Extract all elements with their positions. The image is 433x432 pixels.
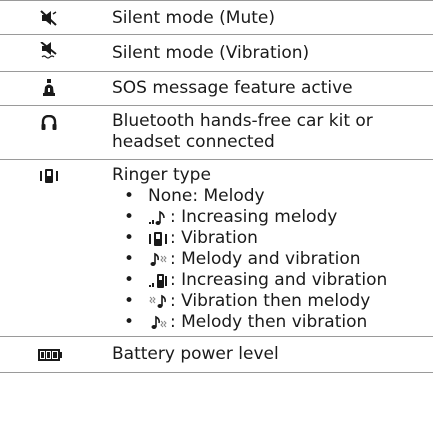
- row-text: Bluetooth hands-free car kit or headset …: [112, 111, 373, 152]
- bullet: •: [124, 249, 135, 269]
- list-item-text: : Increasing and vibration: [170, 270, 388, 290]
- table-row: Silent mode (Mute): [0, 0, 433, 35]
- silent-mute-icon: [40, 10, 58, 26]
- row-text: Battery power level: [112, 344, 279, 364]
- table-row: SOS message feature active: [0, 72, 433, 106]
- list-item-text: : Melody then vibration: [170, 312, 368, 332]
- list-item: • : Increasing melody: [124, 207, 429, 228]
- list-item-text: : Vibration then melody: [170, 291, 371, 311]
- table-row: Silent mode (Vibration): [0, 35, 433, 72]
- bullet: •: [124, 186, 135, 206]
- row-text: Silent mode (Vibration): [112, 43, 310, 63]
- list-item: • : Melody and vibration: [124, 249, 429, 270]
- list-item: • : Vibration: [124, 228, 429, 249]
- sos-icon: [40, 79, 58, 96]
- list-item-text: : Increasing melody: [170, 207, 338, 227]
- bullet: •: [124, 207, 135, 227]
- table-row: Bluetooth hands-free car kit or headset …: [0, 106, 433, 160]
- headset-icon: [40, 115, 58, 131]
- row-text: SOS message feature active: [112, 78, 353, 98]
- bullet: •: [124, 270, 135, 290]
- vibration-then-melody-icon: [148, 293, 168, 311]
- ringer-type-block: Ringer type • None: Melody •: Increasin…: [112, 165, 429, 333]
- increasing-vibration-icon: [148, 272, 168, 290]
- list-item: • : Increasing and vibration: [124, 270, 429, 291]
- status-icon-table: Silent mode (Mute) Silent mode (Vibratio…: [0, 0, 433, 373]
- melody-vibration-icon: [148, 251, 168, 269]
- list-item-text: None: Melody: [148, 186, 265, 206]
- bullet: •: [124, 312, 135, 332]
- melody-then-vibration-icon: [148, 314, 168, 332]
- table-row: Battery power level: [0, 337, 433, 373]
- ringer-type-list: • None: Melody • : Increasing melody •:…: [112, 186, 429, 333]
- list-item-text: : Melody and vibration: [170, 249, 361, 269]
- list-item: • : Melody then vibration: [124, 312, 429, 333]
- bullet: •: [124, 228, 135, 248]
- table-row: Ringer type • None: Melody •: Increasin…: [0, 160, 433, 337]
- ringer-vibration-icon: [40, 168, 58, 184]
- silent-vibration-icon: [40, 42, 58, 59]
- list-item: • : Vibration then melody: [124, 291, 429, 312]
- vibration-icon: [148, 230, 168, 248]
- list-item-text: : Vibration: [170, 228, 258, 248]
- battery-icon: [38, 347, 62, 363]
- ringer-type-title: Ringer type: [112, 165, 211, 185]
- list-item: • None: Melody: [124, 186, 429, 207]
- bullet: •: [124, 291, 135, 311]
- increasing-melody-icon: [148, 209, 168, 227]
- row-text: Silent mode (Mute): [112, 8, 275, 28]
